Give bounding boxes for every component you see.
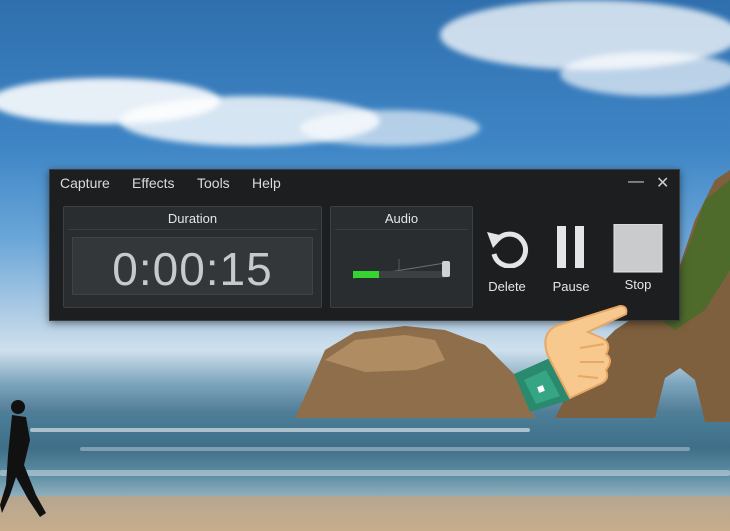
pause-button[interactable]: Pause — [545, 226, 597, 294]
duration-title: Duration — [167, 211, 218, 226]
divider — [335, 229, 468, 230]
stop-button[interactable]: Stop — [612, 223, 664, 292]
menu-capture[interactable]: Capture — [60, 175, 110, 191]
runner-silhouette — [0, 400, 46, 517]
wave — [0, 470, 730, 476]
menu-help[interactable]: Help — [252, 175, 281, 191]
delete-button[interactable]: Delete — [481, 226, 533, 294]
pause-icon — [557, 226, 584, 270]
delete-label: Delete — [488, 279, 526, 294]
wave — [80, 447, 690, 451]
menu-bar: Capture Effects Tools Help — ✕ — [50, 170, 679, 196]
stop-icon — [613, 223, 663, 273]
beach — [0, 496, 730, 531]
stop-label: Stop — [624, 277, 652, 292]
audio-level-meter — [353, 271, 379, 278]
timer-display: 0:00:15 — [72, 237, 313, 295]
minimize-button[interactable]: — — [628, 173, 644, 191]
menu-tools[interactable]: Tools — [197, 175, 230, 191]
pointing-hand-icon — [514, 304, 628, 412]
menu-effects[interactable]: Effects — [132, 175, 175, 191]
undo-icon — [487, 231, 528, 269]
audio-title: Audio — [384, 211, 419, 226]
duration-panel: Duration 0:00:15 — [63, 206, 322, 308]
divider — [68, 229, 317, 230]
elapsed-time: 0:00:15 — [112, 243, 273, 295]
close-button[interactable]: ✕ — [656, 173, 669, 193]
screen-recorder-window: Capture Effects Tools Help — ✕ Duration … — [49, 169, 680, 321]
audio-panel: Audio — [330, 206, 473, 308]
cloud — [560, 52, 730, 96]
audio-volume-slider[interactable] — [442, 261, 450, 277]
pause-label: Pause — [552, 279, 590, 294]
cloud — [300, 110, 480, 146]
